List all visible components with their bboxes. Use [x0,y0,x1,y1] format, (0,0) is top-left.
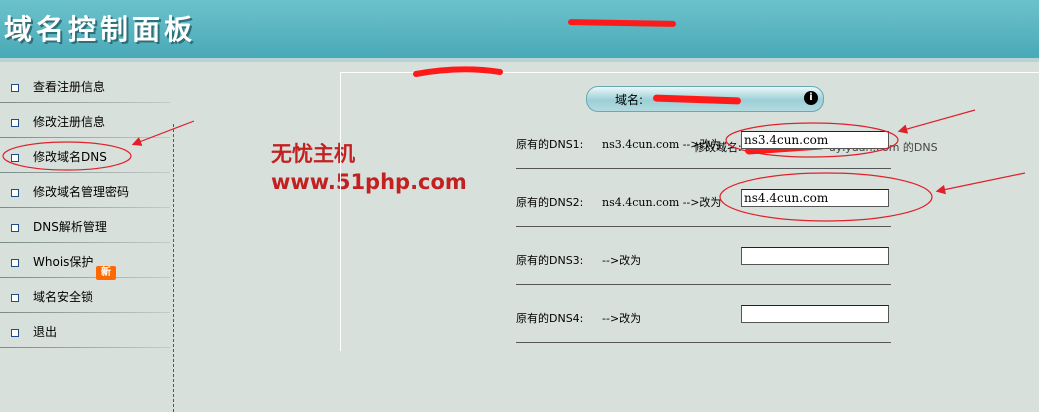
dns-old-value: -->改为 [602,312,642,325]
row-divider [516,168,891,169]
row-divider [516,226,891,227]
dns-label: 原有的DNS2: [516,196,584,209]
dns-old-value: -->改为 [602,254,642,267]
domain-pill: 域名: i [586,86,824,112]
dns-row-1: 原有的DNS1: ns3.4cun.com -->改为 [516,129,896,159]
sidebar-divider [173,124,174,412]
dns1-input[interactable] [741,131,889,149]
dns-label: 原有的DNS3: [516,254,584,267]
header-bar: 域名控制面板 [0,0,1039,58]
dns-row-3: 原有的DNS3: -->改为 [516,245,896,275]
dns-old-value: ns4.4cun.com -->改为 [602,196,722,209]
panel-title: 域名控制面板 [4,13,197,46]
row-divider [516,284,891,285]
dns4-input[interactable] [741,305,889,323]
dns-row-2: 原有的DNS2: ns4.4cun.com -->改为 [516,187,896,217]
dns-label: 原有的DNS4: [516,312,584,325]
dns2-input[interactable] [741,189,889,207]
dns-label: 原有的DNS1: [516,138,584,151]
domain-pill-label: 域名: [615,93,644,107]
redaction-mark [567,19,677,27]
row-divider [516,342,891,343]
redacted-domain [567,16,677,29]
dns-old-value: ns3.4cun.com -->改为 [602,138,722,151]
redaction-mark [652,94,742,105]
dns-row-4: 原有的DNS4: -->改为 [516,303,896,333]
dns3-input[interactable] [741,247,889,265]
info-icon[interactable]: i [804,91,818,105]
